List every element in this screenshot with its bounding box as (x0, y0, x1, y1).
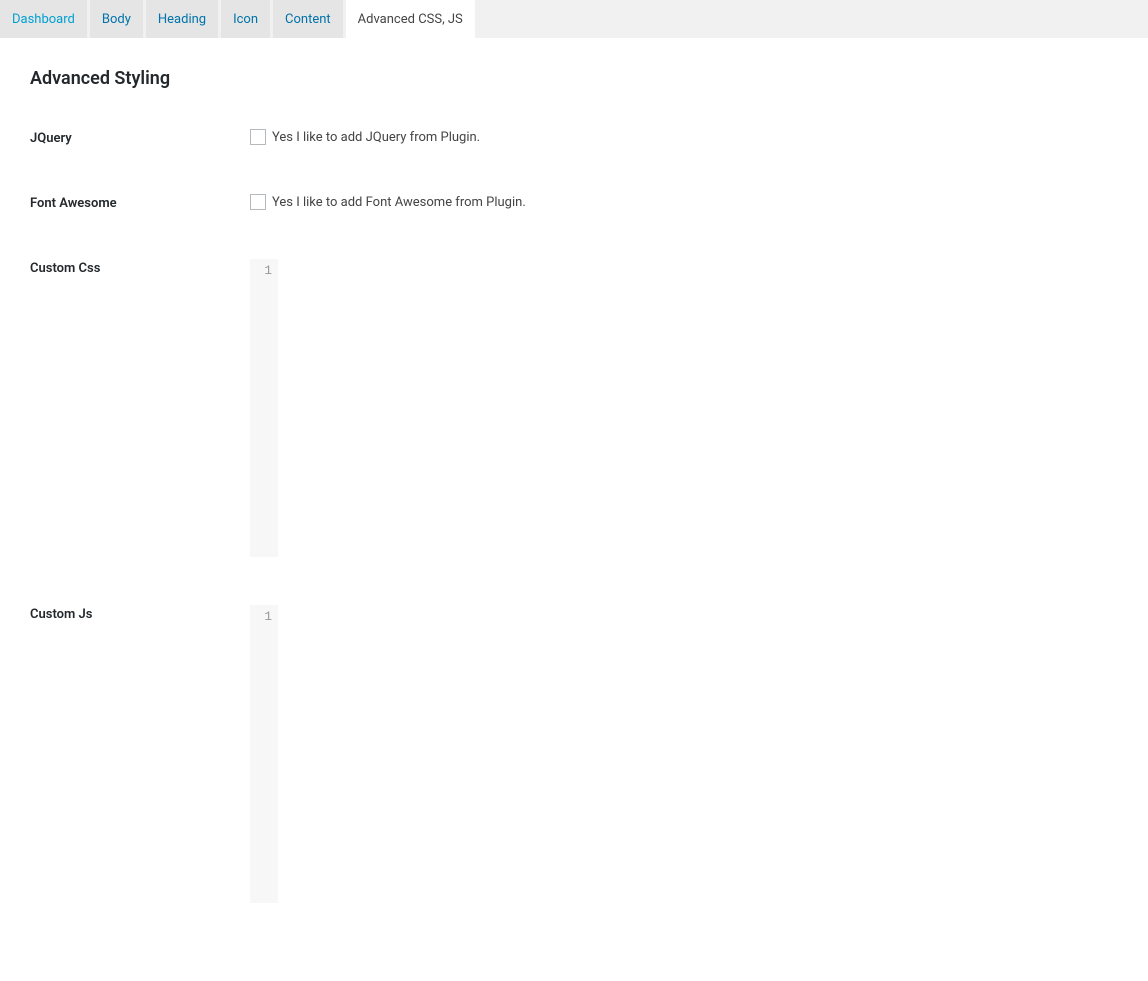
page-title: Advanced Styling (30, 68, 1118, 89)
tab-content[interactable]: Content (273, 0, 343, 38)
jquery-row: JQuery Yes I like to add JQuery from Plu… (30, 129, 1118, 146)
font-awesome-label: Font Awesome (30, 194, 250, 211)
jquery-label: JQuery (30, 129, 250, 146)
jquery-checkbox[interactable] (250, 129, 266, 145)
custom-js-label: Custom Js (30, 605, 250, 622)
custom-js-textarea[interactable] (278, 605, 1118, 903)
custom-js-gutter: 1 (250, 605, 278, 903)
font-awesome-checkbox[interactable] (250, 194, 266, 210)
custom-css-editor: 1 (250, 259, 1118, 557)
font-awesome-row: Font Awesome Yes I like to add Font Awes… (30, 194, 1118, 211)
jquery-checkbox-label[interactable]: Yes I like to add JQuery from Plugin. (272, 130, 480, 145)
font-awesome-checkbox-label[interactable]: Yes I like to add Font Awesome from Plug… (272, 195, 526, 210)
custom-css-label: Custom Css (30, 259, 250, 276)
tab-icon[interactable]: Icon (221, 0, 270, 38)
tab-heading[interactable]: Heading (146, 0, 218, 38)
content-panel: Advanced Styling JQuery Yes I like to ad… (0, 38, 1148, 981)
custom-css-textarea[interactable] (278, 259, 1118, 557)
tab-advanced-css-js[interactable]: Advanced CSS, JS (346, 0, 475, 38)
custom-js-editor: 1 (250, 605, 1118, 903)
tab-body[interactable]: Body (90, 0, 143, 38)
tab-dashboard[interactable]: Dashboard (0, 0, 87, 38)
tab-bar: Dashboard Body Heading Icon Content Adva… (0, 0, 1148, 38)
custom-css-gutter: 1 (250, 259, 278, 557)
custom-css-row: Custom Css 1 (30, 259, 1118, 557)
custom-js-row: Custom Js 1 (30, 605, 1118, 903)
